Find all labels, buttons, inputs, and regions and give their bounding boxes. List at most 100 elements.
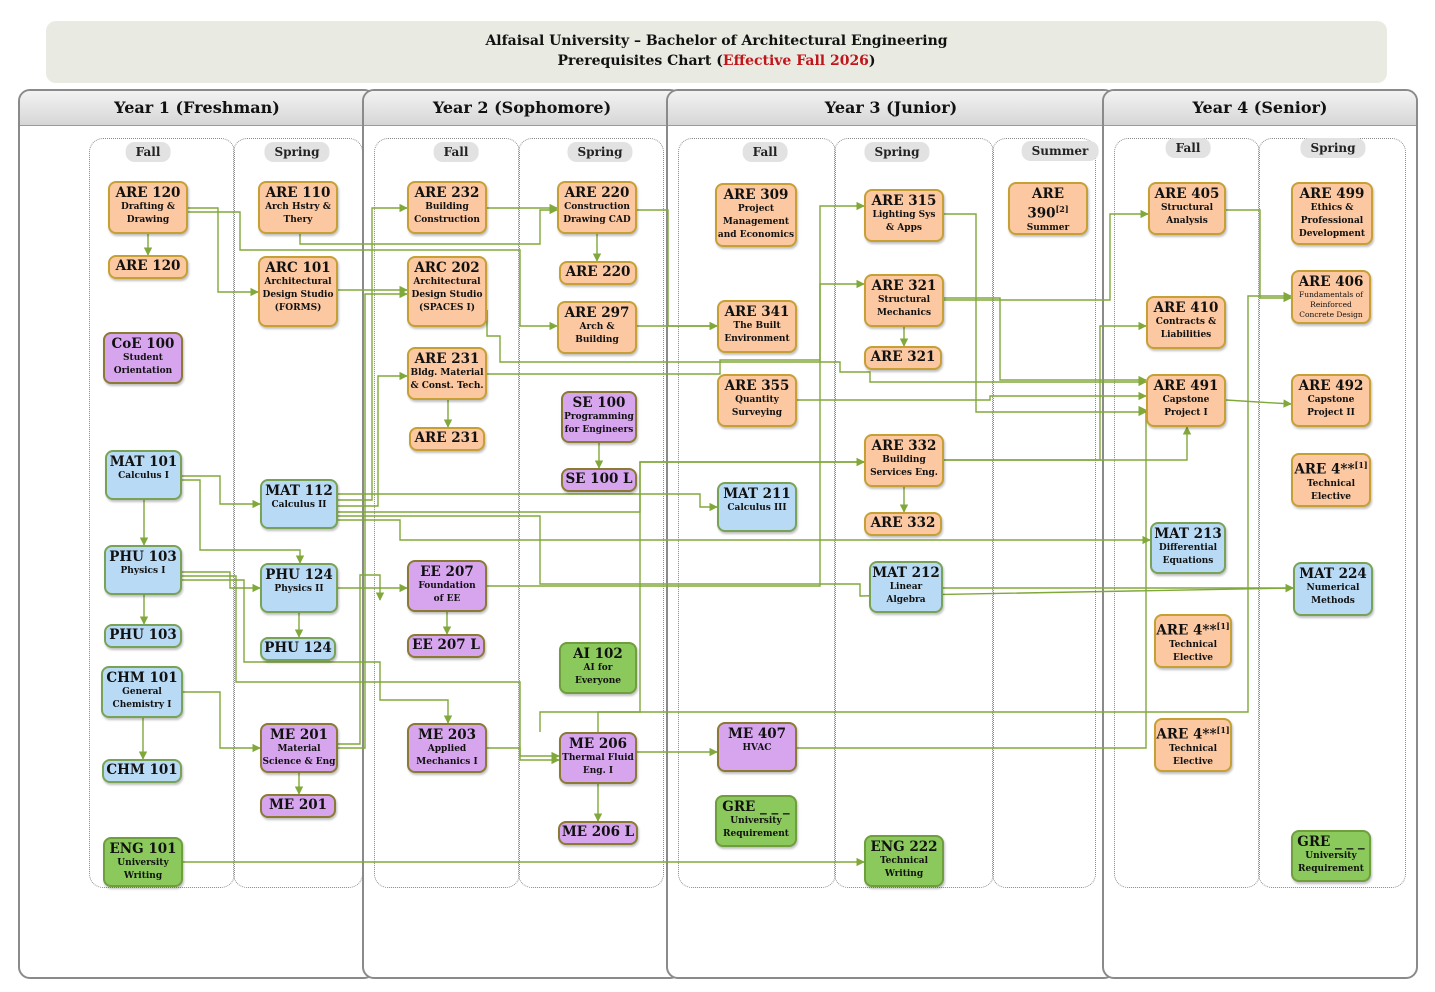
course-title: Quantity Surveying: [731, 395, 783, 418]
course-title: Applied Mechanics I: [416, 744, 478, 767]
course-phu124: PHU 124 Physics II: [260, 563, 338, 613]
prerequisite-arrow: [637, 209, 718, 331]
footnote-marker: [2]: [1055, 204, 1069, 214]
course-code: ARC 101: [265, 260, 331, 276]
course-title: Material Science & Eng: [262, 744, 336, 767]
course-code: MAT 212: [872, 565, 940, 581]
course-code: ARE 120: [115, 185, 181, 201]
course-code: CHM 101 L: [106, 762, 178, 781]
course-phu103l: PHU 103 L: [104, 624, 182, 648]
course-are315: ARE 315 Lighting Sys & Apps: [864, 189, 944, 242]
course-chm101l: CHM 101 L: [102, 759, 182, 783]
course-are220s: ARE 220 S: [559, 261, 637, 285]
course-me201: ME 201 Material Science & Eng: [260, 723, 338, 773]
course-code: ARE 390[2]: [1027, 186, 1069, 222]
course-code: ARE 120 S: [115, 258, 181, 277]
course-title: University Requirement: [723, 816, 789, 839]
course-title: Drafting & Drawing: [121, 202, 175, 225]
footnote-marker: [1]: [1216, 725, 1230, 735]
course-title: Ethics & Professional Development: [1298, 203, 1366, 239]
course-title: Arch & Building: [575, 322, 619, 345]
course-are499: ARE 499 Ethics & Professional Development: [1291, 182, 1373, 245]
course-code: ME 206 L: [561, 824, 635, 840]
footnote-marker: [1]: [1354, 460, 1368, 470]
course-are232: ARE 232 Building Construction: [407, 181, 487, 234]
course-title: Architectural Design Studio (SPACES I): [411, 277, 483, 313]
course-mat101: MAT 101 Calculus I: [105, 450, 182, 500]
course-title: Technical Elective: [1168, 743, 1218, 767]
course-code: ARE 406: [1298, 274, 1364, 290]
course-title: Fundamentals of Reinforced Concrete Desi…: [1299, 290, 1363, 319]
course-code: ARE 309: [723, 187, 789, 203]
course-code: ARE 491: [1153, 378, 1219, 394]
course-gre_y3: GRE _ _ _ University Requirement: [715, 795, 797, 847]
course-code: ARE 315: [871, 193, 937, 209]
footnote-marker: [1]: [1216, 621, 1230, 631]
course-title: Summer Internship: [1026, 222, 1070, 233]
course-title: University Writing: [117, 858, 169, 881]
course-title: Calculus III: [727, 503, 787, 513]
course-are309: ARE 309 Project Management and Economics: [715, 183, 797, 247]
course-title: Capstone Project II: [1307, 395, 1355, 418]
prerequisite-arrow: [1225, 399, 1292, 408]
course-code: ME 201: [269, 727, 329, 743]
course-eng222: ENG 222 Technical Writing: [864, 835, 944, 887]
course-mat224: MAT 224 Numerical Methods: [1293, 562, 1373, 616]
course-code: PHU 124 L: [264, 640, 332, 659]
course-ai102: AI 102 AI for Everyone: [559, 642, 637, 694]
course-arc101: ARC 101 Architectural Design Studio (FORM…: [258, 256, 338, 327]
course-code: ARE 231 L: [414, 430, 480, 449]
course-code: EE 207 L: [412, 637, 480, 653]
course-title: University Requirement: [1298, 851, 1364, 874]
prerequisite-arrow: [1226, 209, 1292, 303]
course-title: Bldg. Material & Const. Tech.: [410, 368, 484, 391]
course-title: Foundation of EE: [418, 581, 476, 604]
course-code: GRE _ _ _: [1297, 834, 1365, 850]
course-code: ARE 4**[1]: [1294, 460, 1368, 478]
course-title: Architectural Design Studio (FORMS): [262, 277, 334, 313]
course-are4te1: ARE 4**[1] Technical Elective: [1154, 614, 1232, 668]
course-phu124l: PHU 124 L: [260, 637, 336, 661]
course-me206l: ME 206 L: [558, 821, 638, 845]
course-code: MAT 211: [723, 486, 791, 502]
course-code: PHU 103: [109, 549, 177, 565]
course-are405: ARE 405 Structural Analysis: [1148, 182, 1226, 235]
course-code: ARE 332 L: [870, 515, 936, 534]
prerequisite-arrow: [944, 426, 1192, 461]
course-title: HVAC: [742, 743, 772, 753]
course-code: GRE _ _ _: [722, 799, 790, 815]
course-title: Numerical Methods: [1306, 583, 1360, 606]
course-code: ARE 321: [871, 278, 937, 294]
course-title: Calculus I: [118, 471, 169, 481]
course-code: MAT 213: [1154, 526, 1222, 542]
course-ee207: EE 207 Foundation of EE: [407, 560, 487, 612]
course-title: Physics I: [120, 566, 166, 576]
course-title: Construction Drawing CAD: [563, 202, 631, 225]
course-se100: SE 100 Programming for Engineers: [561, 391, 637, 443]
course-code: ARE 499: [1299, 186, 1365, 202]
course-me203: ME 203 Applied Mechanics I: [407, 723, 487, 773]
course-title: Differential Equations: [1158, 543, 1218, 566]
course-are231: ARE 231 Bldg. Material & Const. Tech.: [407, 347, 487, 400]
course-code: ARE 355: [724, 378, 790, 394]
prerequisite-arrow: [944, 321, 1147, 461]
prerequisite-arrow: [797, 391, 1147, 401]
course-code: PHU 124: [265, 567, 333, 583]
prerequisite-arrow: [182, 575, 560, 761]
course-title: Technical Writing: [879, 856, 929, 879]
course-code: ME 407: [727, 726, 787, 742]
course-coe100: CoE 100 Student Orientation: [103, 332, 183, 384]
course-se100l: SE 100 L: [561, 468, 637, 492]
course-title: Building Construction: [414, 202, 480, 225]
course-ee207l: EE 207 L: [407, 634, 485, 658]
course-title: Thermal Fluid Eng. I: [562, 753, 634, 776]
course-code: ME 206: [568, 736, 628, 752]
prerequisite-arrow: [338, 203, 408, 501]
course-are332l: ARE 332 L: [864, 512, 942, 536]
course-are220: ARE 220 Construction Drawing CAD: [557, 181, 637, 234]
course-code: ARE 220 S: [565, 264, 631, 283]
course-title: Physics II: [274, 584, 324, 594]
prerequisite-arrow: [944, 297, 1147, 385]
course-code: CHM 101: [106, 670, 178, 686]
course-are406: ARE 406 Fundamentals of Reinforced Concre…: [1291, 270, 1371, 324]
